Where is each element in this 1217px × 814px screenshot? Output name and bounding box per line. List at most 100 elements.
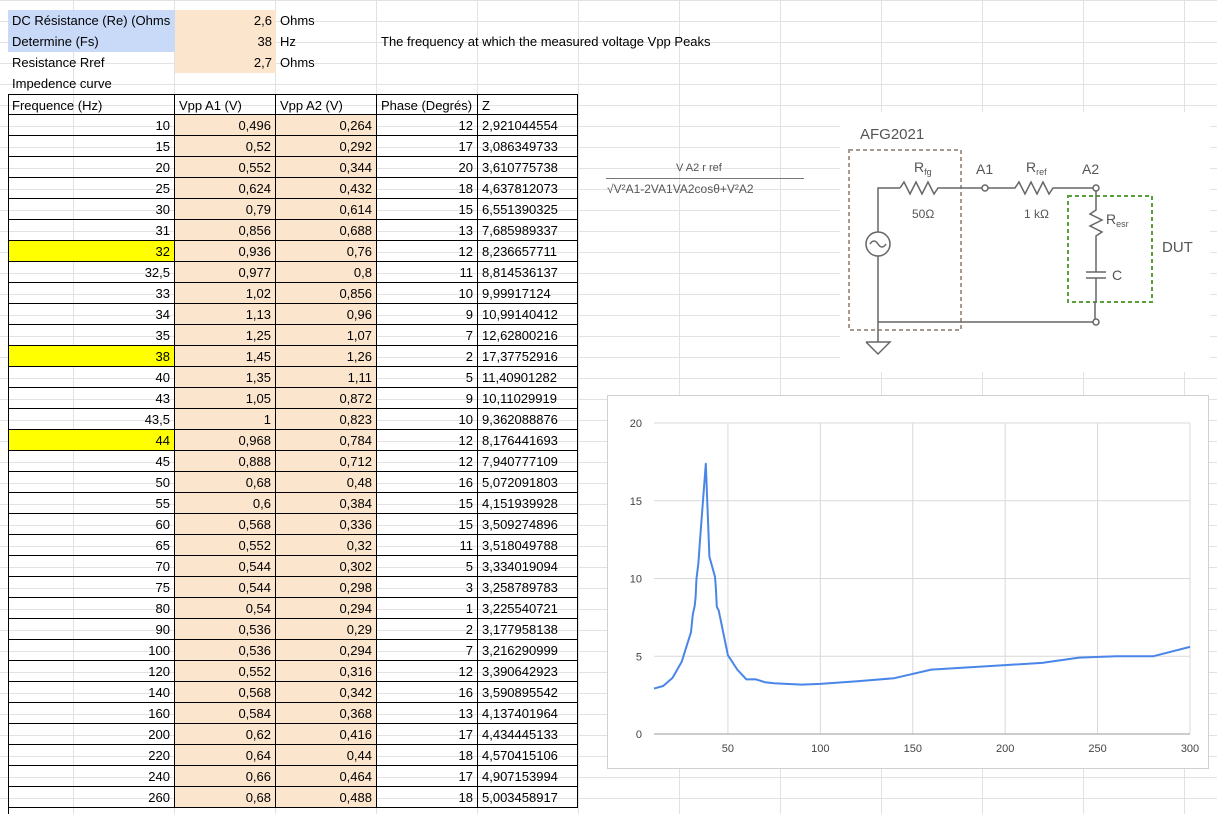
table-cell[interactable]: 1,11 [276, 367, 377, 388]
table-cell[interactable]: 32,5 [8, 262, 175, 283]
table-cell[interactable]: 0,48 [276, 472, 377, 493]
table-cell[interactable]: 0,552 [175, 157, 276, 178]
table-cell[interactable]: 0,294 [276, 640, 377, 661]
table-cell[interactable]: 0,294 [276, 598, 377, 619]
table-cell[interactable]: 0,292 [276, 136, 377, 157]
table-cell[interactable]: 0,62 [175, 724, 276, 745]
table-cell[interactable]: 0,712 [276, 451, 377, 472]
table-cell[interactable]: 0,977 [175, 262, 276, 283]
table-cell[interactable]: 38 [8, 346, 175, 367]
table-cell[interactable]: 1,35 [175, 367, 276, 388]
table-cell[interactable]: 0,29 [276, 619, 377, 640]
table-cell[interactable]: 17 [377, 766, 478, 787]
table-cell[interactable]: 1,45 [175, 346, 276, 367]
table-cell[interactable]: 33 [8, 283, 175, 304]
table-cell[interactable]: 8,176441693 [478, 430, 578, 451]
table-cell[interactable]: 0,552 [175, 535, 276, 556]
table-cell[interactable]: 5 [377, 556, 478, 577]
table-cell[interactable]: 10,99140412 [478, 304, 578, 325]
table-cell[interactable]: 11,40901282 [478, 367, 578, 388]
column-header[interactable]: Vpp A1 (V) [175, 94, 276, 115]
table-cell[interactable]: 0,316 [276, 661, 377, 682]
table-cell[interactable]: 45 [8, 451, 175, 472]
table-cell[interactable]: 0,68 [175, 787, 276, 808]
table-cell[interactable]: 0,342 [276, 682, 377, 703]
table-cell[interactable]: 90 [8, 619, 175, 640]
table-cell[interactable]: 0,888 [175, 451, 276, 472]
table-cell[interactable]: 3,216290999 [478, 640, 578, 661]
column-header[interactable]: Z [478, 94, 578, 115]
param-value[interactable]: 2,6 [175, 10, 276, 31]
table-cell[interactable]: 0,44 [276, 745, 377, 766]
param-unit[interactable]: Ohms [276, 10, 377, 31]
table-cell[interactable]: 0,68 [175, 472, 276, 493]
table-cell[interactable]: 17 [377, 724, 478, 745]
table-cell[interactable]: 0,488 [276, 787, 377, 808]
table-cell[interactable]: 140 [8, 682, 175, 703]
table-cell[interactable]: 0,344 [276, 157, 377, 178]
section-title[interactable]: Impedence curve [8, 73, 208, 94]
table-cell[interactable]: 0,6 [175, 493, 276, 514]
table-cell[interactable]: 3,509274896 [478, 514, 578, 535]
table-cell[interactable]: 0,856 [175, 220, 276, 241]
table-cell[interactable]: 16 [377, 682, 478, 703]
table-cell[interactable]: 0,464 [276, 766, 377, 787]
param-label[interactable]: DC Résistance (Re) (Ohms [8, 10, 175, 31]
table-cell[interactable]: 10 [8, 115, 175, 136]
table-cell[interactable]: 15 [377, 493, 478, 514]
table-cell[interactable]: 5 [377, 367, 478, 388]
table-cell[interactable]: 3,177958138 [478, 619, 578, 640]
table-cell[interactable]: 200 [8, 724, 175, 745]
table-cell[interactable]: 0,298 [276, 577, 377, 598]
table-cell[interactable]: 1,25 [175, 325, 276, 346]
table-cell[interactable]: 16 [377, 472, 478, 493]
table-cell[interactable]: 2,921044554 [478, 115, 578, 136]
table-cell[interactable]: 0,568 [175, 514, 276, 535]
table-cell[interactable]: 0,64 [175, 745, 276, 766]
table-cell[interactable]: 12 [377, 115, 478, 136]
table-cell[interactable]: 10,11029919 [478, 388, 578, 409]
table-cell[interactable]: 75 [8, 577, 175, 598]
table-cell[interactable]: 18 [377, 745, 478, 766]
table-cell[interactable]: 4,151939928 [478, 493, 578, 514]
table-cell[interactable]: 17 [377, 136, 478, 157]
table-cell[interactable]: 17,37752916 [478, 346, 578, 367]
table-cell[interactable]: 0,688 [276, 220, 377, 241]
column-header[interactable]: Vpp A2 (V) [276, 94, 377, 115]
table-cell[interactable]: 0,568 [175, 682, 276, 703]
table-cell[interactable]: 9,99917124 [478, 283, 578, 304]
table-cell[interactable]: 0,496 [175, 115, 276, 136]
table-cell[interactable]: 5,003458917 [478, 787, 578, 808]
table-cell[interactable]: 25 [8, 178, 175, 199]
table-cell[interactable]: 3 [377, 577, 478, 598]
table-cell[interactable]: 0,96 [276, 304, 377, 325]
table-cell[interactable]: 0,584 [175, 703, 276, 724]
table-cell[interactable]: 34 [8, 304, 175, 325]
table-cell[interactable]: 3,225540721 [478, 598, 578, 619]
table-cell[interactable]: 5,072091803 [478, 472, 578, 493]
table-cell[interactable]: 1,07 [276, 325, 377, 346]
table-cell[interactable]: 70 [8, 556, 175, 577]
table-cell[interactable]: 0,614 [276, 199, 377, 220]
table-cell[interactable]: 11 [377, 535, 478, 556]
table-cell[interactable]: 0,79 [175, 199, 276, 220]
table-cell[interactable]: 1,26 [276, 346, 377, 367]
table-cell[interactable]: 0,336 [276, 514, 377, 535]
table-cell[interactable]: 13 [377, 703, 478, 724]
table-cell[interactable]: 100 [8, 640, 175, 661]
table-cell[interactable]: 0,624 [175, 178, 276, 199]
table-cell[interactable]: 3,086349733 [478, 136, 578, 157]
table-cell[interactable]: 4,570415106 [478, 745, 578, 766]
table-cell[interactable]: 1,02 [175, 283, 276, 304]
table-cell[interactable]: 0,384 [276, 493, 377, 514]
table-cell[interactable]: 120 [8, 661, 175, 682]
table-cell[interactable]: 12 [377, 661, 478, 682]
table-cell[interactable]: 1,05 [175, 388, 276, 409]
table-cell[interactable]: 80 [8, 598, 175, 619]
table-cell[interactable]: 18 [377, 178, 478, 199]
table-cell[interactable]: 15 [377, 199, 478, 220]
table-cell[interactable]: 0,536 [175, 640, 276, 661]
table-cell[interactable]: 4,907153994 [478, 766, 578, 787]
table-cell[interactable]: 20 [377, 157, 478, 178]
table-cell[interactable]: 220 [8, 745, 175, 766]
